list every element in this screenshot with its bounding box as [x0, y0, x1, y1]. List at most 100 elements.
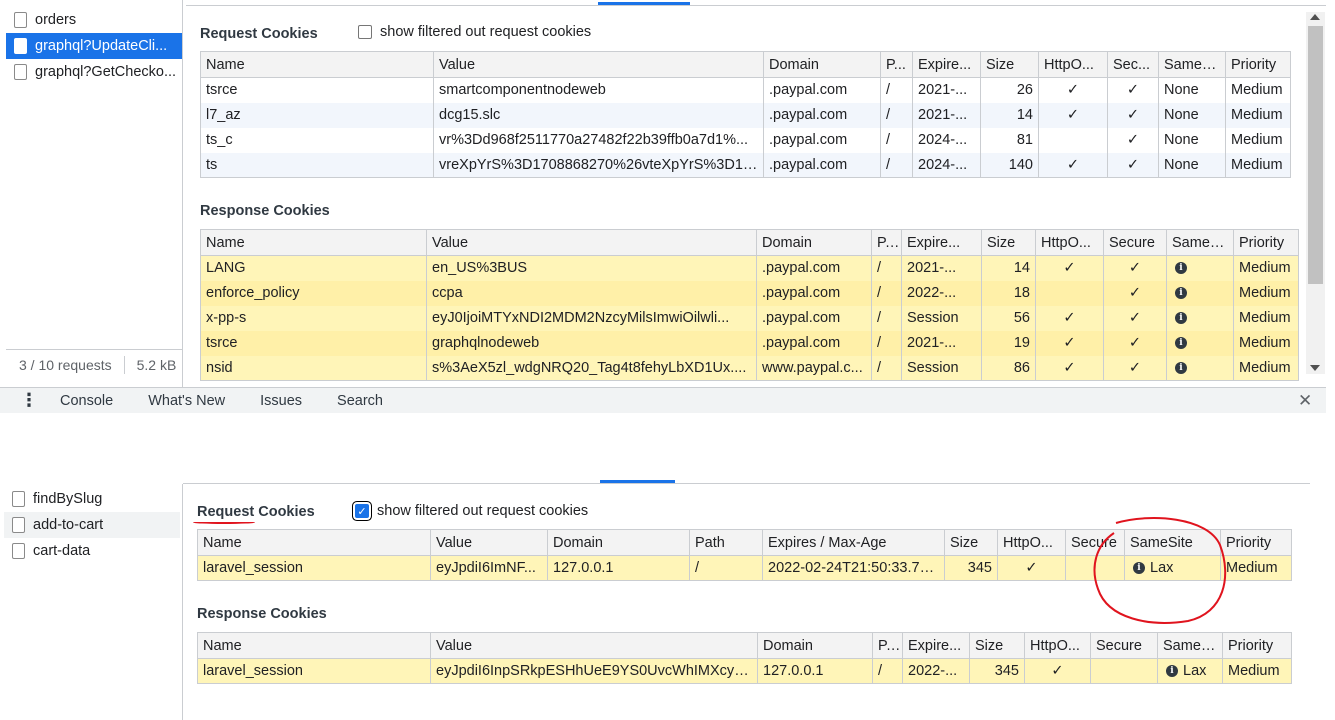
column-header-value[interactable]: Value	[430, 632, 758, 659]
scroll-down-arrow[interactable]	[1310, 365, 1320, 371]
table-row[interactable]: enforce_policy ccpa .paypal.com/2022-... 18…	[200, 280, 1299, 306]
column-header-expires[interactable]: Expire...	[912, 51, 981, 78]
table-row[interactable]: tsrce smartcomponentnodeweb .paypal.com/20…	[200, 77, 1291, 103]
column-header-samesite[interactable]: SameS...	[1158, 51, 1226, 78]
close-drawer-icon[interactable]: ✕	[1298, 391, 1312, 411]
tab-console[interactable]: Console	[60, 393, 113, 409]
column-header-domain[interactable]: Domain	[757, 632, 873, 659]
cell-name: nsid	[200, 355, 427, 381]
column-header-value[interactable]: Value	[433, 51, 764, 78]
column-header-name[interactable]: Name	[197, 529, 431, 556]
request-checkbox[interactable]	[12, 517, 25, 533]
drawer-toolbar: ⋮ Console What's New Issues Search ✕	[0, 387, 1326, 413]
tab-issues[interactable]: Issues	[260, 393, 302, 409]
table-row[interactable]: LANG en_US%3BUS .paypal.com/2021-... 14 ✓ ✓ i M…	[200, 255, 1299, 281]
cell-size: 26	[980, 77, 1039, 103]
column-header-secure[interactable]: Sec...	[1107, 51, 1159, 78]
column-header-samesite[interactable]: SameS...	[1157, 632, 1223, 659]
column-header-size[interactable]: Size	[969, 632, 1025, 659]
column-header-path[interactable]: Path	[689, 529, 763, 556]
request-name: cart-data	[33, 543, 91, 559]
column-header-secure[interactable]: Secure	[1090, 632, 1158, 659]
request-list-item[interactable]: graphql?UpdateCli...	[6, 33, 182, 59]
request-list-item[interactable]: findBySlug	[4, 486, 180, 512]
cell-value: eyJpdiI6InpSRkpESHhUeE9YS0UvcWhIMXcyV...	[430, 658, 758, 684]
show-filtered-toggle[interactable]: show filtered out request cookies	[358, 24, 591, 40]
info-icon[interactable]: i	[1175, 361, 1187, 374]
request-list-item[interactable]: add-to-cart	[4, 512, 180, 538]
request-list-item[interactable]: cart-data	[4, 538, 180, 564]
request-checkbox[interactable]	[14, 64, 27, 80]
tab-whats-new[interactable]: What's New	[148, 393, 225, 409]
column-header-expires[interactable]: Expire...	[901, 229, 982, 256]
cell-name: enforce_policy	[200, 280, 427, 306]
column-header-path[interactable]: P...	[871, 229, 902, 256]
table-row[interactable]: tsrce graphqlnodeweb .paypal.com/2021-... 1…	[200, 330, 1299, 356]
info-icon[interactable]: i	[1166, 665, 1178, 678]
column-header-value[interactable]: Value	[430, 529, 548, 556]
column-header-name[interactable]: Name	[197, 632, 431, 659]
response-cookies-title: Response Cookies	[197, 606, 327, 622]
active-tab-indicator	[598, 2, 690, 5]
column-header-path[interactable]: P...	[872, 632, 903, 659]
column-header-priority[interactable]: Priority	[1220, 529, 1292, 556]
info-icon[interactable]: i	[1175, 337, 1187, 350]
column-header-priority[interactable]: Priority	[1225, 51, 1291, 78]
request-list-item[interactable]: orders	[6, 7, 182, 33]
more-menu-icon[interactable]: ⋮	[20, 390, 38, 411]
show-filtered-toggle[interactable]: ✓ show filtered out request cookies	[355, 503, 588, 519]
show-filtered-checkbox[interactable]: ✓	[355, 504, 369, 518]
tab-search[interactable]: Search	[337, 393, 383, 409]
column-header-samesite[interactable]: SameS...	[1166, 229, 1234, 256]
request-cookies-title: Request Cookies	[200, 26, 318, 42]
column-header-httponly[interactable]: HttpO...	[997, 529, 1066, 556]
cell-expires: Session	[901, 305, 982, 331]
column-header-name[interactable]: Name	[200, 51, 434, 78]
cell-domain: .paypal.com	[763, 77, 881, 103]
table-row[interactable]: l7_az dcg15.slc .paypal.com/2021-... 14 ✓ ✓ No…	[200, 102, 1291, 128]
cell-path: /	[880, 127, 913, 153]
column-header-priority[interactable]: Priority	[1222, 632, 1292, 659]
info-icon[interactable]: i	[1175, 262, 1187, 275]
column-header-domain[interactable]: Domain	[756, 229, 872, 256]
scrollbar-thumb[interactable]	[1308, 26, 1323, 284]
table-row[interactable]: ts vreXpYrS%3D1708868270%26vteXpYrS%3D16.…	[200, 152, 1291, 178]
column-header-size[interactable]: Size	[944, 529, 998, 556]
request-checkbox[interactable]	[14, 12, 27, 28]
scroll-up-arrow[interactable]	[1310, 14, 1320, 20]
column-header-httponly[interactable]: HttpO...	[1038, 51, 1108, 78]
cell-expires: 2022-...	[902, 658, 970, 684]
column-header-httponly[interactable]: HttpO...	[1024, 632, 1091, 659]
cell-samesite: i	[1166, 305, 1234, 331]
table-row[interactable]: nsid s%3AeX5zl_wdgNRQ20_Tag4t8fehyLbXD1Ux…	[200, 355, 1299, 381]
column-header-domain[interactable]: Domain	[547, 529, 690, 556]
table-row[interactable]: ts_c vr%3Dd968f2511770a27482f22b39ffb0a7d…	[200, 127, 1291, 153]
cell-expires: 2022-02-24T21:50:33.79...	[762, 555, 945, 581]
show-filtered-checkbox[interactable]	[358, 25, 372, 39]
cell-priority: Medium	[1220, 555, 1292, 581]
column-header-secure[interactable]: Secure	[1103, 229, 1167, 256]
vertical-scrollbar[interactable]	[1306, 12, 1325, 374]
column-header-size[interactable]: Size	[981, 229, 1036, 256]
column-header-expires[interactable]: Expires / Max-Age	[762, 529, 945, 556]
info-icon[interactable]: i	[1175, 287, 1187, 300]
cell-httponly: ✓	[1038, 152, 1108, 178]
column-header-path[interactable]: P...	[880, 51, 913, 78]
column-header-expires[interactable]: Expire...	[902, 632, 970, 659]
cell-name: laravel_session	[197, 555, 431, 581]
table-row[interactable]: x-pp-s eyJ0IjoiMTYxNDI2MDM2NzcyMilsImwiOi…	[200, 305, 1299, 331]
request-checkbox[interactable]	[12, 543, 25, 559]
info-icon[interactable]: i	[1175, 312, 1187, 325]
column-header-httponly[interactable]: HttpO...	[1035, 229, 1104, 256]
column-header-name[interactable]: Name	[200, 229, 427, 256]
column-header-value[interactable]: Value	[426, 229, 757, 256]
cell-name: ts_c	[200, 127, 434, 153]
request-list-item[interactable]: graphql?GetChecko...	[6, 59, 182, 85]
column-header-domain[interactable]: Domain	[763, 51, 881, 78]
column-header-size[interactable]: Size	[980, 51, 1039, 78]
column-header-priority[interactable]: Priority	[1233, 229, 1299, 256]
table-row[interactable]: laravel_session eyJpdiI6InpSRkpESHhUeE9YS…	[197, 658, 1292, 684]
cell-size: 140	[980, 152, 1039, 178]
request-checkbox[interactable]	[12, 491, 25, 507]
request-checkbox[interactable]	[14, 38, 27, 54]
